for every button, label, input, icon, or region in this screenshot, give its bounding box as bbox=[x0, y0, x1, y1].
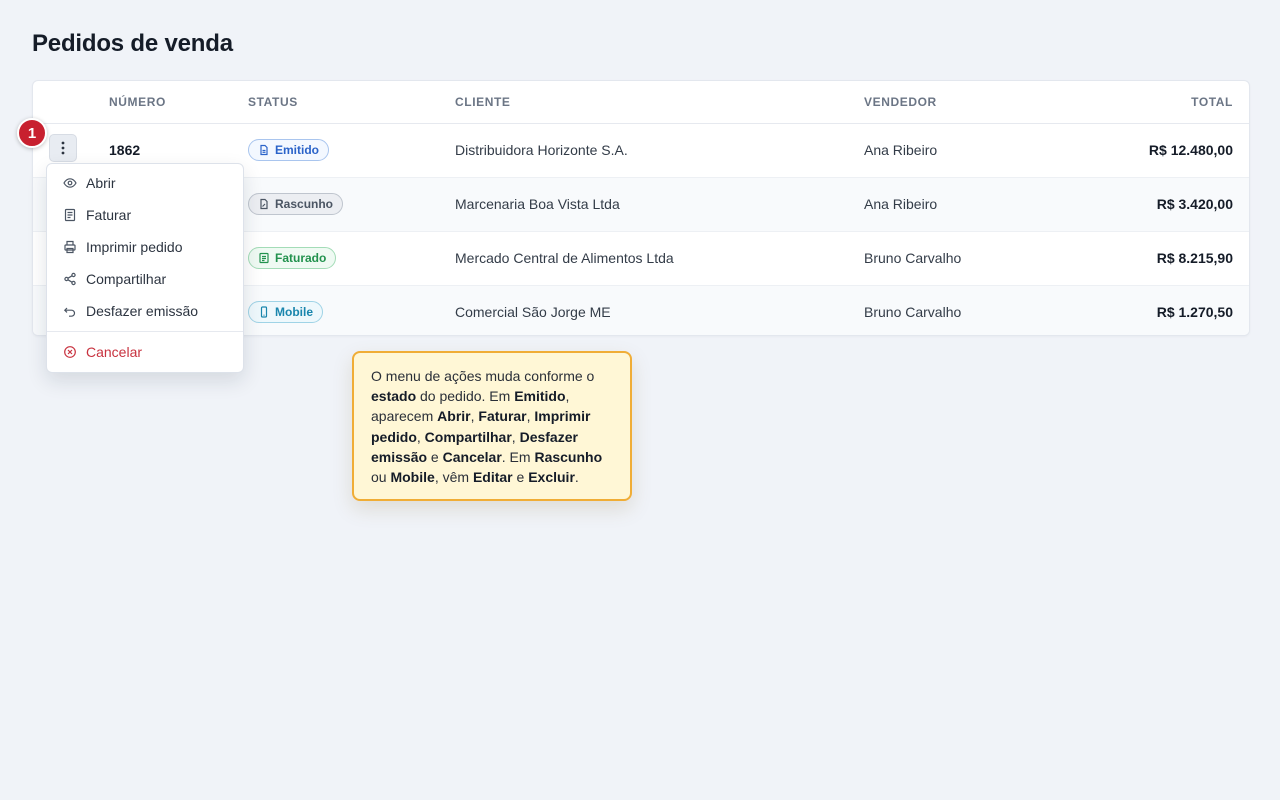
callout-segment: do pedido. Em bbox=[416, 388, 515, 405]
document-icon bbox=[260, 144, 268, 156]
menu-item-label: Compartilhar bbox=[86, 271, 167, 287]
page-title: Pedidos de venda bbox=[32, 30, 233, 57]
status-badge: Mobile bbox=[248, 301, 323, 323]
status-badge: Faturado bbox=[248, 247, 337, 269]
undo-icon bbox=[63, 307, 76, 317]
step-marker: 1 bbox=[17, 118, 47, 148]
printer-icon bbox=[64, 240, 76, 254]
seller-name: Bruno Carvalho bbox=[864, 304, 962, 320]
callout-emphasis: estado bbox=[371, 388, 417, 405]
menu-item-abrir[interactable]: Abrir bbox=[47, 167, 243, 199]
status-badge: Emitido bbox=[248, 139, 329, 161]
menu-item-label: Cancelar bbox=[86, 344, 143, 360]
callout-emphasis: Cancelar bbox=[442, 448, 502, 465]
menu-item-imprimir-pedido[interactable]: Imprimir pedido bbox=[47, 231, 243, 263]
callout-emphasis: Excluir bbox=[528, 469, 575, 486]
seller-name: Ana Ribeiro bbox=[864, 142, 938, 158]
client-name: Comercial São Jorge ME bbox=[455, 304, 611, 320]
callout-segment: e bbox=[512, 469, 529, 486]
menu-item-label: Abrir bbox=[86, 175, 116, 191]
callout-emphasis: Mobile bbox=[390, 469, 435, 486]
order-total: R$ 12.480,00 bbox=[1148, 142, 1233, 158]
callout-segment: . Em bbox=[501, 448, 535, 465]
row-actions-button[interactable] bbox=[49, 134, 77, 162]
callout-segment: , bbox=[511, 428, 520, 445]
invoice-icon bbox=[64, 208, 76, 222]
more-vertical-icon bbox=[61, 141, 65, 155]
cancel-circle-icon bbox=[64, 346, 76, 358]
column-header-cliente[interactable]: CLIENTE bbox=[455, 81, 511, 123]
eye-icon bbox=[63, 178, 77, 188]
callout-text: O menu de ações muda conforme o estado d… bbox=[371, 368, 602, 485]
callout-emphasis: Editar bbox=[472, 469, 513, 486]
phone-icon bbox=[260, 306, 268, 318]
status-label: Faturado bbox=[275, 251, 327, 265]
callout-segment: e bbox=[427, 448, 443, 465]
callout-segment: O menu de ações muda conforme o bbox=[371, 368, 595, 384]
menu-item-label: Faturar bbox=[86, 207, 132, 223]
client-name: Distribuidora Horizonte S.A. bbox=[455, 142, 628, 158]
status-badge: Rascunho bbox=[248, 193, 344, 215]
menu-item-desfazer-emissao[interactable]: Desfazer emissão bbox=[47, 295, 243, 327]
draft-document-icon bbox=[260, 198, 268, 210]
help-callout: O menu de ações muda conforme o estado d… bbox=[352, 351, 632, 501]
status-label: Rascunho bbox=[275, 197, 334, 211]
menu-item-compartilhar[interactable]: Compartilhar bbox=[47, 263, 243, 295]
status-label: Mobile bbox=[275, 305, 313, 319]
order-total: R$ 3.420,00 bbox=[1156, 196, 1233, 212]
menu-item-label: Desfazer emissão bbox=[86, 303, 199, 319]
callout-segment: . bbox=[574, 469, 579, 486]
callout-emphasis: Compartilhar bbox=[424, 428, 512, 445]
seller-name: Bruno Carvalho bbox=[864, 250, 962, 266]
callout-emphasis: Rascunho bbox=[534, 448, 603, 465]
share-icon bbox=[64, 272, 76, 286]
callout-emphasis: Faturar bbox=[478, 408, 527, 425]
client-name: Mercado Central de Alimentos Ltda bbox=[455, 250, 674, 266]
invoice-icon bbox=[259, 252, 269, 264]
callout-emphasis: Emitido bbox=[514, 388, 566, 405]
status-label: Emitido bbox=[275, 143, 319, 157]
column-header-status[interactable]: STATUS bbox=[248, 81, 298, 123]
menu-item-faturar[interactable]: Faturar bbox=[47, 199, 243, 231]
callout-segment: , vêm bbox=[434, 469, 473, 486]
column-header-numero[interactable]: NÚMERO bbox=[109, 81, 166, 123]
column-header-total[interactable]: TOTAL bbox=[1191, 81, 1233, 123]
seller-name: Ana Ribeiro bbox=[864, 196, 938, 212]
order-total: R$ 1.270,50 bbox=[1156, 304, 1233, 320]
column-header-vendedor[interactable]: VENDEDOR bbox=[864, 81, 937, 123]
callout-segment: , bbox=[416, 428, 425, 445]
client-name: Marcenaria Boa Vista Ltda bbox=[455, 196, 620, 212]
table-header: NÚMERO STATUS CLIENTE VENDEDOR TOTAL bbox=[33, 81, 1249, 124]
menu-divider bbox=[47, 331, 243, 332]
order-total: R$ 8.215,90 bbox=[1156, 250, 1233, 266]
callout-emphasis: Abrir bbox=[437, 408, 471, 425]
menu-item-label: Imprimir pedido bbox=[86, 239, 183, 255]
callout-segment: ou bbox=[371, 469, 391, 486]
menu-item-cancelar[interactable]: Cancelar bbox=[47, 336, 243, 368]
actions-menu: Abrir Faturar Imprimir pedido Compartilh… bbox=[46, 163, 244, 373]
